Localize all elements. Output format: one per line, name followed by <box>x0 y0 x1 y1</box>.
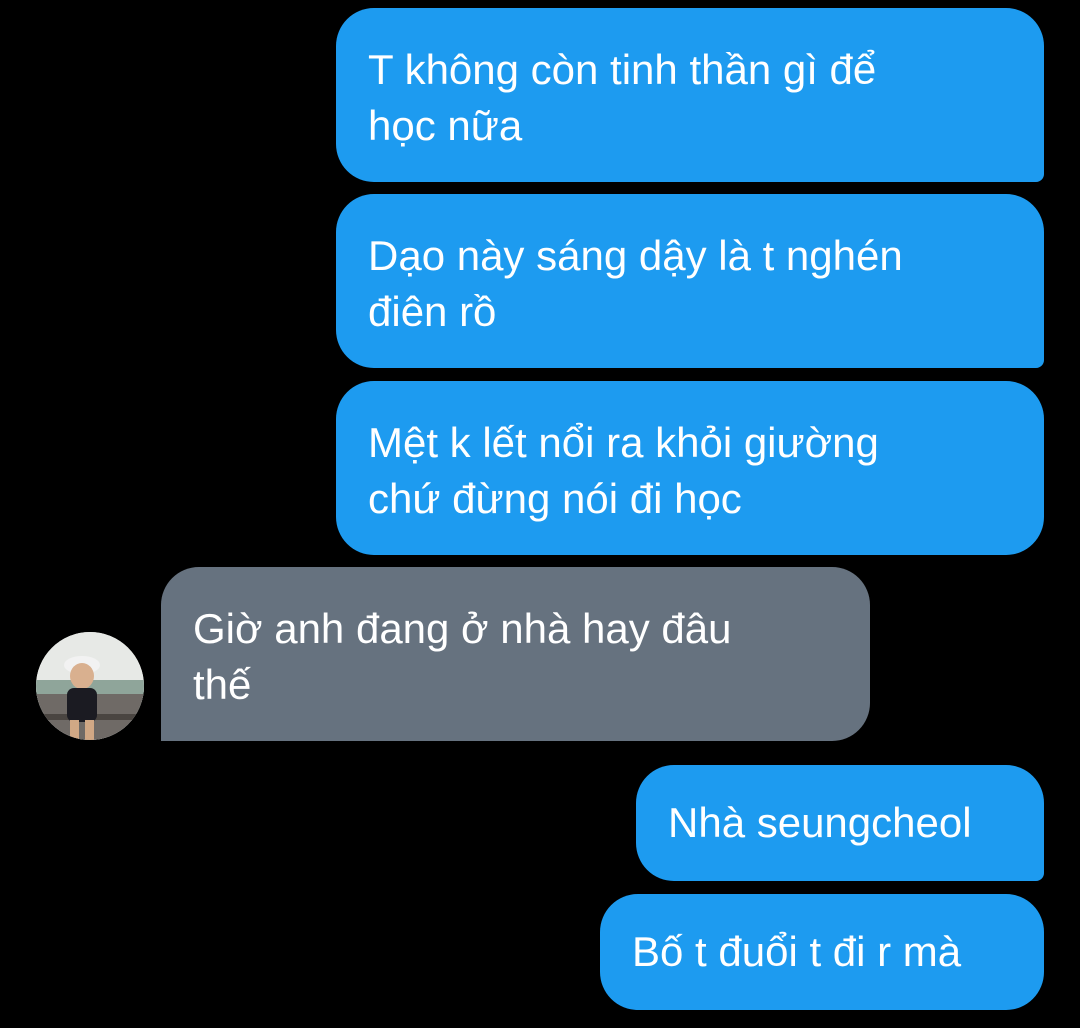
message-bubble-incoming[interactable]: Giờ anh đang ở nhà hay đâu thế <box>161 567 870 741</box>
message-bubble-outgoing[interactable]: Dạo này sáng dậy là t nghén điên rồ <box>336 194 1044 368</box>
avatar-photo-icon <box>36 632 144 740</box>
message-bubble-outgoing[interactable]: Mệt k lết nổi ra khỏi giường chứ đừng nó… <box>336 381 1044 555</box>
contact-avatar[interactable] <box>36 632 144 740</box>
message-bubble-outgoing[interactable]: Nhà seungcheol <box>636 765 1044 881</box>
message-bubble-outgoing[interactable]: Bố t đuổi t đi r mà <box>600 894 1044 1010</box>
message-bubble-outgoing[interactable]: T không còn tinh thần gì để học nữa <box>336 8 1044 182</box>
